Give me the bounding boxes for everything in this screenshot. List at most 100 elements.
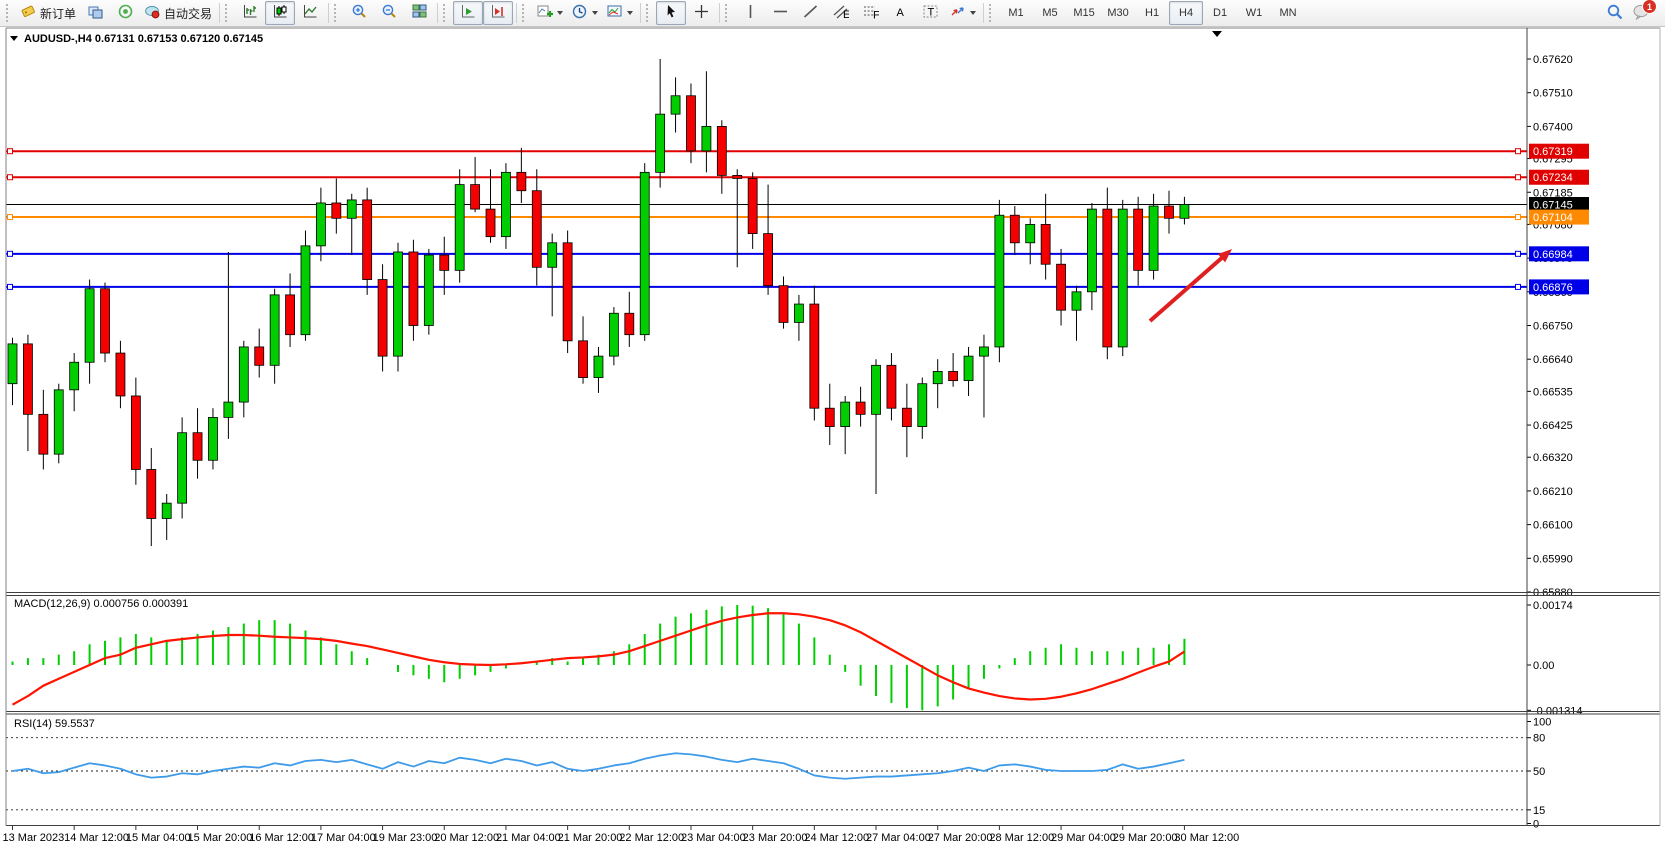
toolbar-separator xyxy=(516,3,517,23)
bull-candle xyxy=(270,295,279,365)
timeframe-MN-button[interactable]: MN xyxy=(1271,1,1305,25)
fibo-icon: F xyxy=(862,3,879,23)
toolbar-right: 1 xyxy=(1606,3,1661,24)
dropdown-arrow-icon[interactable] xyxy=(557,11,563,15)
timeframe-W1-button[interactable]: W1 xyxy=(1237,1,1271,25)
crosshair-button[interactable] xyxy=(686,1,716,25)
text-button[interactable]: A xyxy=(885,1,915,25)
toolbar-separator xyxy=(719,3,720,23)
bull-candle xyxy=(1149,206,1158,270)
bar-chart-button[interactable] xyxy=(235,1,265,25)
line-handle[interactable] xyxy=(8,251,13,256)
dropdown-arrow-icon[interactable] xyxy=(592,11,598,15)
bear-candle xyxy=(1010,215,1019,243)
bear-candle xyxy=(825,408,834,426)
zoom-in-button[interactable] xyxy=(344,1,374,25)
bear-candle xyxy=(856,402,865,414)
bear-candle xyxy=(409,252,418,326)
price-tick-label: 0.66320 xyxy=(1533,452,1573,464)
bull-candle xyxy=(995,215,1004,347)
vline-icon xyxy=(742,3,759,23)
indicators-button[interactable] xyxy=(532,1,567,25)
bear-candle xyxy=(147,469,156,518)
time-tick-label: 21 Mar 20:00 xyxy=(558,832,623,844)
timeframe-D1-button[interactable]: D1 xyxy=(1203,1,1237,25)
fibonacci-button[interactable]: F xyxy=(855,1,885,25)
bear-candle xyxy=(116,353,125,396)
chart-window[interactable]: 0.676200.675100.674000.672950.671850.670… xyxy=(0,27,1665,852)
tile-icon xyxy=(411,3,428,23)
signal-icon xyxy=(117,3,134,23)
price-badge-label: 0.67234 xyxy=(1533,172,1573,184)
toolbar-grip xyxy=(989,4,996,22)
price-tick-label: 0.66535 xyxy=(1533,386,1573,398)
dropdown-arrow-icon[interactable] xyxy=(970,11,976,15)
new-order-button[interactable]: 新订单 xyxy=(16,1,80,25)
line-handle[interactable] xyxy=(1516,175,1521,180)
chart-window-button[interactable] xyxy=(80,1,110,25)
tline-icon xyxy=(802,3,819,23)
price-tick-label: 0.66210 xyxy=(1533,486,1573,498)
notification-badge[interactable]: 1 xyxy=(1642,0,1657,14)
chart-canvas[interactable]: 0.676200.675100.674000.672950.671850.670… xyxy=(0,27,1665,847)
cursor-button[interactable] xyxy=(656,1,686,25)
timeframe-M30-button[interactable]: M30 xyxy=(1101,1,1135,25)
timeframe-M15-button[interactable]: M15 xyxy=(1067,1,1101,25)
dropdown-arrow-icon[interactable] xyxy=(627,11,633,15)
bear-candle xyxy=(1103,209,1112,347)
equidistant-channel-button[interactable]: E xyxy=(825,1,855,25)
horizontal-line-button[interactable] xyxy=(765,1,795,25)
timeframe-H4-button[interactable]: H4 xyxy=(1169,1,1203,25)
auto-trading-button[interactable]: 自动交易 xyxy=(140,1,216,25)
line-handle[interactable] xyxy=(8,175,13,180)
crosshair-icon xyxy=(693,3,710,23)
rsi-label: RSI(14) 59.5537 xyxy=(14,718,95,730)
line-handle[interactable] xyxy=(1516,251,1521,256)
arrows-button[interactable] xyxy=(945,1,980,25)
auto-trading-button-label: 自动交易 xyxy=(164,5,212,22)
line-handle[interactable] xyxy=(8,149,13,154)
bear-candle xyxy=(717,126,726,175)
notifications-icon[interactable]: 1 xyxy=(1632,3,1651,23)
toolbar-separator xyxy=(328,3,329,23)
toolbar-separator xyxy=(983,3,984,23)
candlestick-chart-button[interactable] xyxy=(265,1,295,25)
timeframe-M1-button[interactable]: M1 xyxy=(999,1,1033,25)
line-handle[interactable] xyxy=(1516,215,1521,220)
templates-button[interactable] xyxy=(602,1,637,25)
periods-button[interactable] xyxy=(567,1,602,25)
time-tick-label: 19 Mar 23:00 xyxy=(373,832,438,844)
timeframe-H1-button[interactable]: H1 xyxy=(1135,1,1169,25)
line-handle[interactable] xyxy=(1516,149,1521,154)
vertical-line-button[interactable] xyxy=(735,1,765,25)
search-icon[interactable] xyxy=(1606,3,1624,24)
auto-scroll-button[interactable] xyxy=(453,1,483,25)
rsi-panel[interactable] xyxy=(6,715,1527,826)
bull-candle xyxy=(224,402,233,417)
market-watch-button[interactable] xyxy=(110,1,140,25)
price-tick-label: 0.66425 xyxy=(1533,420,1573,432)
main-panel[interactable] xyxy=(6,28,1527,593)
chart-shift-button[interactable] xyxy=(483,1,513,25)
bull-candle xyxy=(316,203,325,246)
price-tick-label: 0.66640 xyxy=(1533,354,1573,366)
line-handle[interactable] xyxy=(8,284,13,289)
bear-candle xyxy=(131,396,140,470)
chart-window-icon xyxy=(87,3,104,23)
bull-candle xyxy=(841,402,850,427)
timeframe-M5-button[interactable]: M5 xyxy=(1033,1,1067,25)
hline-icon xyxy=(772,3,789,23)
zoom-out-button[interactable] xyxy=(374,1,404,25)
price-tick-label: 0.67510 xyxy=(1533,88,1573,100)
rsi-tick-label: 50 xyxy=(1533,766,1545,778)
bull-candle xyxy=(702,126,711,151)
line-handle[interactable] xyxy=(8,215,13,220)
trendline-button[interactable] xyxy=(795,1,825,25)
price-tick-label: 0.66100 xyxy=(1533,520,1573,532)
tile-windows-button[interactable] xyxy=(404,1,434,25)
bull-candle xyxy=(424,255,433,325)
bear-candle xyxy=(332,203,341,218)
line-chart-button[interactable] xyxy=(295,1,325,25)
text-label-button[interactable]: T xyxy=(915,1,945,25)
line-handle[interactable] xyxy=(1516,284,1521,289)
